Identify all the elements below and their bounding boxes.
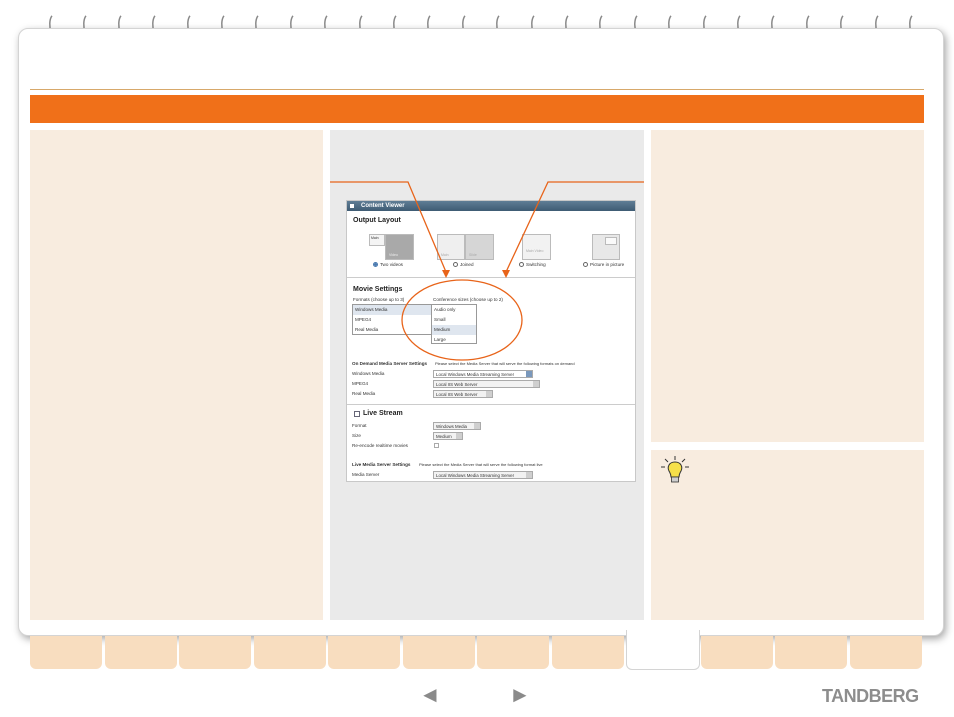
next-page-button[interactable]: ► <box>509 684 531 706</box>
callout-arrow-left <box>330 181 447 273</box>
live-server-note: Please select the Media Server that will… <box>419 462 543 467</box>
od-mpeg4-label: MPEG4 <box>352 381 369 386</box>
chevron-down-icon <box>456 433 462 439</box>
chapter-tab[interactable] <box>775 636 847 669</box>
chevron-down-icon <box>526 472 532 478</box>
chapter-tab[interactable] <box>700 636 773 669</box>
chapter-tab[interactable] <box>104 636 177 669</box>
header-rule <box>30 89 924 90</box>
title-bar <box>30 95 924 123</box>
chevron-down-icon <box>474 423 480 429</box>
live-size-label: Size <box>352 433 361 438</box>
live-stream-heading: Live Stream <box>363 410 403 417</box>
chapter-tab[interactable] <box>179 636 251 669</box>
callout-circle <box>401 279 523 361</box>
callout-overlay <box>330 181 644 361</box>
chapter-tab[interactable] <box>253 636 326 669</box>
callout-arrow-right <box>505 181 644 273</box>
chapter-tab[interactable] <box>477 636 549 669</box>
live-size-select[interactable]: Medium <box>433 432 463 440</box>
live-stream-checkbox[interactable] <box>354 411 360 417</box>
previous-page-button[interactable]: ◄ <box>419 684 441 706</box>
live-server-heading: Live Media Server Settings <box>352 462 411 467</box>
chapter-tab[interactable] <box>849 636 922 669</box>
od-mpeg4-select[interactable]: Local IIS Web Server <box>433 380 540 388</box>
live-format-label: Format <box>352 423 367 428</box>
divider <box>347 404 635 405</box>
right-top-panel <box>651 130 924 442</box>
chevron-down-icon <box>526 371 532 377</box>
reencode-label: Re-encode realtime movies <box>352 443 408 448</box>
live-media-server-label: Media Server <box>352 472 380 477</box>
chevron-down-icon <box>486 391 492 397</box>
chapter-tab[interactable] <box>328 636 400 669</box>
chapter-tab[interactable] <box>551 636 624 669</box>
chapter-tab[interactable] <box>30 636 102 669</box>
od-windows-media-select[interactable]: Local Windows Media Streaming Server <box>433 370 533 378</box>
lightbulb-icon <box>661 456 689 483</box>
left-panel <box>30 130 323 620</box>
od-real-media-label: Real Media <box>352 391 376 396</box>
tip-panel <box>651 450 924 620</box>
tandberg-logo: TANDBERG <box>822 686 919 706</box>
chevron-down-icon <box>533 381 539 387</box>
chapter-tab[interactable] <box>626 630 700 670</box>
reencode-checkbox[interactable] <box>434 443 439 448</box>
od-windows-media-label: Windows Media <box>352 371 385 376</box>
live-format-select[interactable]: Windows Media <box>433 422 481 430</box>
od-real-media-select[interactable]: Local IIS Web Server <box>433 390 493 398</box>
chapter-tab[interactable] <box>402 636 475 669</box>
live-media-server-select[interactable]: Local Windows Media Streaming Server <box>433 471 533 479</box>
